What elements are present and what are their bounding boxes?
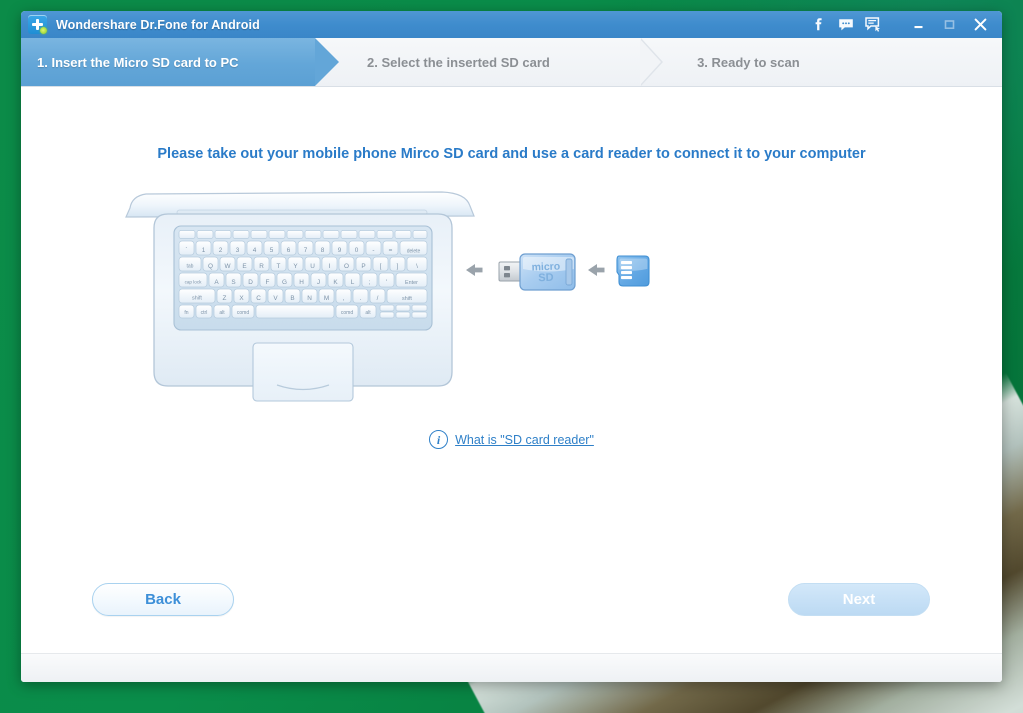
svg-text:R: R <box>259 263 264 270</box>
svg-text:alt: alt <box>219 310 225 316</box>
svg-text:': ' <box>385 279 386 286</box>
svg-text:4: 4 <box>252 247 256 254</box>
svg-text:K: K <box>333 279 338 286</box>
maximize-button[interactable] <box>934 14 965 36</box>
svg-text:I: I <box>328 263 330 270</box>
logo-spark-icon <box>40 27 47 34</box>
step-3-ready-to-scan[interactable]: 3. Ready to scan <box>645 38 1002 86</box>
feedback-icon[interactable] <box>864 16 881 33</box>
svg-text:Q: Q <box>208 263 213 270</box>
svg-text:;: ; <box>368 279 370 286</box>
svg-text:Z: Z <box>222 295 226 302</box>
content-area: Please take out your mobile phone Mirco … <box>21 87 1002 653</box>
next-button[interactable]: Next <box>788 583 930 616</box>
svg-text:M: M <box>323 295 328 302</box>
facebook-icon[interactable] <box>810 16 827 33</box>
svg-text:tab: tab <box>186 264 193 270</box>
info-icon: i <box>429 430 449 449</box>
svg-text:U: U <box>310 263 315 270</box>
sd-card-reader-help[interactable]: i What is "SD card reader" <box>429 430 594 449</box>
svg-text:Y: Y <box>293 263 298 270</box>
svg-text:alt: alt <box>365 310 371 316</box>
svg-text:1: 1 <box>201 247 205 254</box>
svg-text:fn: fn <box>184 310 188 316</box>
svg-text:shift: shift <box>192 296 202 302</box>
step-1-label: 1. Insert the Micro SD card to PC <box>37 54 239 70</box>
svg-text:0: 0 <box>354 247 358 254</box>
svg-text:5: 5 <box>269 247 273 254</box>
svg-text:ctrl: ctrl <box>200 310 207 316</box>
svg-text:cap lock: cap lock <box>184 280 202 285</box>
svg-text:6: 6 <box>286 247 290 254</box>
svg-text:E: E <box>242 263 246 270</box>
minimize-button[interactable] <box>903 14 934 36</box>
svg-text:W: W <box>224 263 231 270</box>
step-divider-chevron <box>640 38 663 86</box>
svg-text:=: = <box>388 247 392 254</box>
step-1-insert-sd-card[interactable]: 1. Insert the Micro SD card to PC <box>21 38 340 86</box>
svg-text:comd: comd <box>340 310 352 316</box>
svg-text:/: / <box>376 295 378 302</box>
title-bar[interactable]: Wondershare Dr.Fone for Android <box>21 11 1002 38</box>
svg-text:[: [ <box>379 263 381 270</box>
svg-text:shift: shift <box>402 296 412 302</box>
arrow-left-icon-1 <box>465 264 482 276</box>
window-title: Wondershare Dr.Fone for Android <box>56 17 260 32</box>
svg-text:D: D <box>248 279 253 286</box>
svg-text:G: G <box>282 279 287 286</box>
step-2-label: 2. Select the inserted SD card <box>367 54 550 70</box>
chat-bubble-icon[interactable] <box>837 16 854 33</box>
setup-illustration: ` 1 2 3 4 5 6 7 8 9 0 - = delete tab Q W E R T… <box>122 186 902 416</box>
svg-text:2: 2 <box>218 247 222 254</box>
svg-text:\: \ <box>416 263 418 270</box>
card-reader-illustration: micro SD <box>498 253 576 291</box>
svg-text:B: B <box>290 295 294 302</box>
svg-text:J: J <box>316 279 319 286</box>
laptop-illustration: ` 1 2 3 4 5 6 7 8 9 0 - = delete tab Q W E R T… <box>124 191 475 402</box>
svg-text:.: . <box>359 295 361 302</box>
svg-text:T: T <box>276 263 280 270</box>
sd-card-reader-link[interactable]: What is "SD card reader" <box>455 433 594 447</box>
back-button[interactable]: Back <box>92 583 234 616</box>
svg-text:F: F <box>265 279 269 286</box>
footer-button-row: Back Next <box>21 583 1002 617</box>
svg-text:H: H <box>299 279 304 286</box>
step-3-label: 3. Ready to scan <box>697 54 800 70</box>
svg-text:X: X <box>239 295 244 302</box>
svg-text:3: 3 <box>235 247 239 254</box>
svg-text:9: 9 <box>337 247 341 254</box>
svg-text:comd: comd <box>236 310 248 316</box>
window-controls <box>903 14 996 36</box>
svg-text:]: ] <box>396 263 398 270</box>
svg-text:L: L <box>350 279 354 286</box>
svg-text:Enter: Enter <box>405 280 418 286</box>
svg-text:S: S <box>231 279 235 286</box>
application-window: Wondershare Dr.Fone for Android 1. Inser… <box>21 11 1002 682</box>
microsd-card-illustration <box>615 255 650 287</box>
svg-text:O: O <box>344 263 349 270</box>
close-button[interactable] <box>965 14 996 36</box>
svg-text:C: C <box>256 295 261 302</box>
svg-text:N: N <box>307 295 312 302</box>
svg-text:A: A <box>214 279 219 286</box>
app-logo-icon <box>28 15 47 34</box>
svg-text:P: P <box>361 263 365 270</box>
svg-text:,: , <box>342 295 344 302</box>
titlebar-icon-group <box>810 16 881 33</box>
reader-label-sd: SD <box>538 272 554 285</box>
page-headline: Please take out your mobile phone Mirco … <box>157 146 866 162</box>
svg-text:V: V <box>273 295 278 302</box>
step-2-select-sd-card[interactable]: 2. Select the inserted SD card <box>315 38 645 86</box>
window-footer-strip <box>21 653 1002 682</box>
svg-text:-: - <box>372 247 374 254</box>
svg-text:7: 7 <box>303 247 307 254</box>
svg-text:`: ` <box>185 247 187 254</box>
svg-text:8: 8 <box>320 247 324 254</box>
arrow-left-icon-2 <box>587 264 604 276</box>
svg-text:delete: delete <box>406 249 420 255</box>
step-indicator: 1. Insert the Micro SD card to PC 2. Sel… <box>21 38 1002 87</box>
